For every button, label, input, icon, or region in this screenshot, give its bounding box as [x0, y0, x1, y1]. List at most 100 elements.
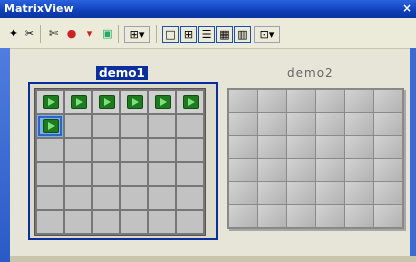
matrix-cell[interactable] [177, 91, 203, 113]
matrix-demo2[interactable] [227, 88, 404, 229]
toolbar: ✦ ✂ ✄ ● ▾ ▣ ⊞▾ □ ⊞ ☰ ▦ ▥ ⊡▾ [0, 18, 416, 49]
matrix-cell[interactable] [345, 182, 373, 204]
matrix-cell[interactable] [121, 211, 147, 233]
matrix-cell[interactable] [374, 90, 402, 112]
play-arrow-icon [43, 95, 59, 109]
matrix-cell[interactable] [93, 211, 119, 233]
matrix-cell[interactable] [345, 205, 373, 227]
matrix-cell[interactable] [121, 187, 147, 209]
matrix-cell[interactable] [258, 136, 286, 158]
matrix-cell[interactable] [149, 115, 175, 137]
matrix-cell[interactable] [258, 182, 286, 204]
view-label-demo1: demo1 [96, 66, 148, 80]
matrix-cell[interactable] [37, 163, 63, 185]
matrix-cell[interactable] [316, 90, 344, 112]
layout-dropdown-icon[interactable]: ⊞▾ [124, 26, 150, 43]
matrix-cell[interactable] [65, 91, 91, 113]
matrix-cell[interactable] [287, 113, 315, 135]
matrix-cell[interactable] [149, 211, 175, 233]
matrix-demo1[interactable] [34, 88, 206, 236]
list-view-icon[interactable]: ☰ [198, 26, 215, 43]
matrix-cell[interactable] [287, 136, 315, 158]
matrix-cell[interactable] [345, 113, 373, 135]
matrix-cell[interactable] [287, 205, 315, 227]
matrix-cell[interactable] [149, 163, 175, 185]
window-title: MatrixView [4, 2, 74, 15]
matrix-cell[interactable] [93, 187, 119, 209]
matrix-cell[interactable] [37, 139, 63, 161]
matrix-cell[interactable] [287, 90, 315, 112]
matrix-cell[interactable] [93, 91, 119, 113]
left-edge [0, 48, 10, 262]
matrix-cell[interactable] [229, 182, 257, 204]
matrix-cell[interactable] [229, 159, 257, 181]
matrix-cell[interactable] [287, 159, 315, 181]
toolbar-separator [40, 25, 41, 43]
matrix-cell[interactable] [374, 113, 402, 135]
matrix-cell[interactable] [121, 139, 147, 161]
single-view-icon[interactable]: □ [162, 26, 179, 43]
preset-dropdown-icon[interactable]: ⊡▾ [254, 26, 280, 43]
matrix-cell[interactable] [93, 163, 119, 185]
matrix-cell[interactable] [65, 187, 91, 209]
matrix-cell[interactable] [316, 159, 344, 181]
matrix-cell[interactable] [374, 182, 402, 204]
matrix-cell[interactable] [37, 115, 63, 137]
matrix-cell[interactable] [316, 136, 344, 158]
play-arrow-icon [127, 95, 143, 109]
wand-icon[interactable]: ✦ [6, 26, 21, 41]
detail-view-icon[interactable]: ▦ [216, 26, 233, 43]
matrix-cell[interactable] [121, 115, 147, 137]
right-edge [410, 48, 416, 262]
matrix-cell[interactable] [37, 187, 63, 209]
matrix-cell[interactable] [149, 187, 175, 209]
matrix-cell[interactable] [177, 187, 203, 209]
matrix-cell[interactable] [287, 182, 315, 204]
matrix-cell[interactable] [93, 139, 119, 161]
matrix-cell[interactable] [258, 159, 286, 181]
scissors-icon[interactable]: ✄ [46, 26, 61, 41]
matrix-cell[interactable] [229, 205, 257, 227]
grid-view-icon[interactable]: ⊞ [180, 26, 197, 43]
matrix-cell[interactable] [229, 90, 257, 112]
matrix-cell[interactable] [149, 91, 175, 113]
matrix-cell[interactable] [65, 211, 91, 233]
matrix-cell[interactable] [121, 91, 147, 113]
matrix-cell[interactable] [229, 136, 257, 158]
matrix-cell[interactable] [345, 90, 373, 112]
cut-icon[interactable]: ✂ [22, 26, 37, 41]
stop-icon[interactable]: ● [64, 26, 79, 41]
sheet-icon[interactable]: ▣ [100, 26, 115, 41]
matrix-cell[interactable] [258, 113, 286, 135]
matrix-cell[interactable] [258, 205, 286, 227]
matrix-cell[interactable] [229, 113, 257, 135]
matrix-cell[interactable] [37, 91, 63, 113]
matrix-cell[interactable] [345, 136, 373, 158]
play-arrow-icon [71, 95, 87, 109]
matrix-cell[interactable] [177, 115, 203, 137]
column-view-icon[interactable]: ▥ [234, 26, 251, 43]
matrix-cell[interactable] [177, 163, 203, 185]
matrix-cell[interactable] [374, 159, 402, 181]
title-bar[interactable]: MatrixView × [0, 0, 416, 18]
matrix-cell[interactable] [177, 139, 203, 161]
filter-icon[interactable]: ▾ [82, 26, 97, 41]
matrix-cell[interactable] [149, 139, 175, 161]
matrix-cell[interactable] [93, 115, 119, 137]
matrix-cell[interactable] [316, 205, 344, 227]
matrix-cell[interactable] [177, 211, 203, 233]
matrix-cell[interactable] [121, 163, 147, 185]
matrix-cell[interactable] [374, 136, 402, 158]
view-label-demo2: demo2 [287, 66, 334, 80]
matrix-cell[interactable] [65, 139, 91, 161]
matrix-cell[interactable] [316, 182, 344, 204]
close-button[interactable]: × [402, 1, 412, 15]
matrix-cell[interactable] [65, 163, 91, 185]
matrix-cell[interactable] [374, 205, 402, 227]
matrix-cell[interactable] [65, 115, 91, 137]
matrix-cell[interactable] [316, 113, 344, 135]
matrix-cell[interactable] [345, 159, 373, 181]
matrix-cell[interactable] [37, 211, 63, 233]
matrix-cell[interactable] [258, 90, 286, 112]
bottom-edge [10, 256, 416, 262]
